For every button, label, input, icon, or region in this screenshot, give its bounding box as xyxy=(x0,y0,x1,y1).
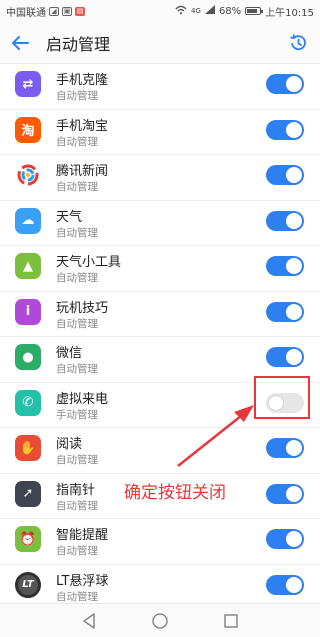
auto-manage-toggle[interactable] xyxy=(266,438,304,458)
app-name: 微信 xyxy=(56,346,83,361)
annotation-arrow-icon xyxy=(177,405,254,467)
app-bar: 启动管理 xyxy=(0,22,320,64)
compass-icon: ➚ xyxy=(15,480,41,507)
auto-manage-toggle[interactable] xyxy=(266,74,304,94)
auto-manage-toggle[interactable] xyxy=(266,347,304,367)
toggle-knob xyxy=(286,576,302,593)
app-manage-mode: 自动管理 xyxy=(56,499,98,512)
app-manage-mode: 自动管理 xyxy=(56,363,98,375)
signal-icon: ◢ xyxy=(49,6,59,16)
page-title: 启动管理 xyxy=(46,34,111,54)
toggle-knob xyxy=(286,349,302,365)
app-manage-mode: 自动管理 xyxy=(56,454,98,466)
auto-manage-toggle[interactable] xyxy=(266,529,304,549)
app-manage-mode: 自动管理 xyxy=(56,545,98,557)
nav-back-icon[interactable] xyxy=(80,612,98,630)
app-row[interactable]: 腾讯新闻 自动管理 xyxy=(0,155,320,201)
app-name: 天气小工具 xyxy=(56,255,122,270)
app-manage-mode: 自动管理 xyxy=(56,135,98,148)
toggle-knob xyxy=(286,485,302,502)
app-name: 指南针 xyxy=(56,482,96,498)
auto-manage-toggle[interactable] xyxy=(266,165,304,185)
app-manage-mode: 自动管理 xyxy=(56,226,98,239)
app-manage-mode: 自动管理 xyxy=(56,317,98,330)
android-reminder-icon: ⏰ xyxy=(15,526,41,552)
app-name: 手机克隆 xyxy=(56,73,109,88)
app-row[interactable]: 淘手机淘宝 自动管理 xyxy=(0,110,320,155)
app-row[interactable]: ▲ 天气小工具自动管理 xyxy=(0,246,320,292)
app-name: 智能提醒 xyxy=(56,528,109,543)
app-manage-mode: 自动管理 xyxy=(56,181,98,193)
weather-icon: ☁ xyxy=(15,207,41,234)
app-manage-mode: 自动管理 xyxy=(56,272,98,284)
battery-icon xyxy=(245,7,264,15)
toggle-knob xyxy=(286,531,302,547)
arrow-left-icon xyxy=(12,35,29,50)
toggle-knob xyxy=(286,303,302,320)
toggle-knob xyxy=(286,212,302,229)
app-manage-mode: 自动管理 xyxy=(56,90,98,102)
nav-recents-icon[interactable] xyxy=(222,612,240,630)
navigation-bar xyxy=(0,603,320,637)
startup-app-list: ⇄ 手机克隆 自动管理淘手机淘宝 自动管理 腾讯新闻 自动管理 ☁ 天气 自动管理 ▲ 天气小工具自… xyxy=(0,64,320,610)
history-icon xyxy=(290,34,306,51)
app-row[interactable]: ☁ 天气 自动管理 xyxy=(0,201,320,246)
carrier-label: 中国联通 xyxy=(6,7,46,19)
auto-manage-toggle[interactable] xyxy=(266,483,304,504)
toggle-knob xyxy=(286,76,302,92)
toggle-knob xyxy=(286,167,302,183)
clock: 上午10:15 xyxy=(265,7,314,19)
network-badge: 4G xyxy=(191,7,201,15)
toggle-knob xyxy=(286,440,302,456)
toggle-knob xyxy=(286,258,302,274)
status-bar: 中国联通 ◢ ▣ ▤ 4G 68% 上午10:15 xyxy=(0,0,320,22)
floating-ball-icon: LT xyxy=(15,571,41,598)
tencent-news-icon xyxy=(15,162,41,188)
history-button[interactable] xyxy=(288,33,308,53)
highlight-box xyxy=(254,376,310,419)
wechat-icon: ● xyxy=(15,344,41,370)
tips-icon: i xyxy=(15,298,41,325)
auto-manage-toggle[interactable] xyxy=(266,301,304,322)
app-name: 玩机技巧 xyxy=(56,300,109,316)
app-notification-icon: ▤ xyxy=(75,6,85,16)
wifi-icon xyxy=(175,5,187,18)
phone-clone-icon: ⇄ xyxy=(15,71,41,97)
app-name: 天气 xyxy=(56,209,83,225)
annotation-label: 确定按钮关闭 xyxy=(124,483,226,503)
app-manage-mode: 自动管理 xyxy=(56,590,98,603)
app-row[interactable]: i 玩机技巧 自动管理 xyxy=(0,292,320,337)
auto-manage-toggle[interactable] xyxy=(266,574,304,595)
cell-signal-icon xyxy=(204,5,215,17)
auto-manage-toggle[interactable] xyxy=(266,256,304,276)
android-icon: ▲ xyxy=(15,253,41,279)
app-manage-mode: 手动管理 xyxy=(56,408,98,421)
auto-manage-toggle[interactable] xyxy=(266,210,304,231)
fake-call-icon: ✆ xyxy=(15,389,41,416)
taobao-icon: 淘 xyxy=(15,116,41,143)
app-name: LT悬浮球 xyxy=(56,573,109,589)
app-name: 阅读 xyxy=(56,437,83,452)
battery-percent: 68% xyxy=(218,5,242,17)
reading-icon: ✋ xyxy=(15,435,41,461)
app-name: 手机淘宝 xyxy=(56,118,109,134)
app-name: 腾讯新闻 xyxy=(56,164,109,179)
image-notification-icon: ▣ xyxy=(62,6,72,16)
back-button[interactable] xyxy=(0,22,40,64)
app-row[interactable]: ⇄ 手机克隆自动管理 xyxy=(0,64,320,110)
app-name: 虚拟来电 xyxy=(56,391,109,407)
auto-manage-toggle[interactable] xyxy=(266,119,304,140)
app-row[interactable]: ✋ 阅读自动管理 xyxy=(0,428,320,474)
toggle-knob xyxy=(286,121,302,138)
nav-home-icon[interactable] xyxy=(151,612,169,630)
app-row[interactable]: ⏰ 智能提醒自动管理 xyxy=(0,519,320,565)
